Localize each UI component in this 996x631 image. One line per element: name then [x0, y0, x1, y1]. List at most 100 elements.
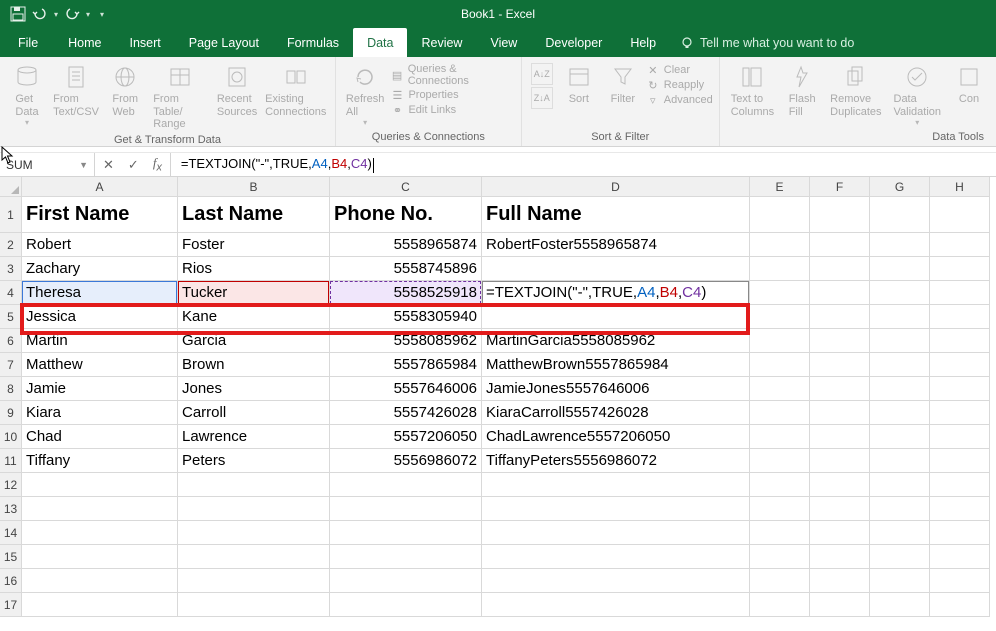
clear-filter-button[interactable]: ✕Clear: [646, 63, 713, 77]
cell[interactable]: [870, 425, 930, 449]
from-web-button[interactable]: From Web: [104, 61, 146, 120]
cell[interactable]: 5556986072: [330, 449, 482, 473]
cell[interactable]: [750, 281, 810, 305]
column-header[interactable]: B: [178, 177, 330, 197]
cell[interactable]: [750, 569, 810, 593]
cell[interactable]: [482, 545, 750, 569]
cell[interactable]: [930, 425, 990, 449]
cell[interactable]: [870, 233, 930, 257]
cell[interactable]: [750, 545, 810, 569]
cell[interactable]: [22, 593, 178, 617]
row-header[interactable]: 14: [0, 521, 22, 545]
cell[interactable]: [750, 329, 810, 353]
fx-icon[interactable]: fx: [153, 155, 162, 174]
cell[interactable]: Theresa: [22, 281, 178, 305]
row-header[interactable]: 12: [0, 473, 22, 497]
cell[interactable]: [810, 377, 870, 401]
cell[interactable]: [750, 473, 810, 497]
grid[interactable]: ABCDEFGH1First NameLast NamePhone No.Ful…: [0, 177, 990, 631]
undo-icon[interactable]: [32, 6, 48, 22]
cell[interactable]: [810, 233, 870, 257]
cell[interactable]: [482, 497, 750, 521]
sort-az-button[interactable]: A↓Z: [531, 63, 553, 85]
cell[interactable]: [930, 281, 990, 305]
row-header[interactable]: 8: [0, 377, 22, 401]
redo-dropdown-icon[interactable]: ▾: [86, 10, 90, 19]
cell[interactable]: [930, 305, 990, 329]
filter-button[interactable]: Filter: [602, 61, 644, 108]
cell[interactable]: Kiara: [22, 401, 178, 425]
cell[interactable]: MartinGarcia5558085962: [482, 329, 750, 353]
cell[interactable]: Rios: [178, 257, 330, 281]
column-header[interactable]: G: [870, 177, 930, 197]
cell[interactable]: [930, 401, 990, 425]
column-header[interactable]: F: [810, 177, 870, 197]
cell[interactable]: ChadLawrence5557206050: [482, 425, 750, 449]
row-header[interactable]: 1: [0, 197, 22, 233]
cell[interactable]: [178, 521, 330, 545]
cell[interactable]: [482, 257, 750, 281]
cell[interactable]: [870, 497, 930, 521]
from-table-range-button[interactable]: From Table/ Range: [148, 61, 211, 133]
flash-fill-button[interactable]: Flash Fill: [781, 61, 823, 120]
cell[interactable]: Peters: [178, 449, 330, 473]
cell[interactable]: Phone No.: [330, 197, 482, 233]
cell[interactable]: [750, 425, 810, 449]
cell[interactable]: [930, 545, 990, 569]
row-header[interactable]: 11: [0, 449, 22, 473]
cell[interactable]: Martin: [22, 329, 178, 353]
cell[interactable]: [810, 353, 870, 377]
cell[interactable]: [178, 569, 330, 593]
cell[interactable]: [930, 473, 990, 497]
cell[interactable]: [330, 545, 482, 569]
cell[interactable]: [750, 197, 810, 233]
row-header[interactable]: 6: [0, 329, 22, 353]
save-icon[interactable]: [10, 6, 26, 22]
cell[interactable]: [482, 593, 750, 617]
cell[interactable]: JamieJones5557646006: [482, 377, 750, 401]
cell[interactable]: Jamie: [22, 377, 178, 401]
cell[interactable]: [870, 473, 930, 497]
get-data-button[interactable]: Get Data▾: [6, 61, 48, 129]
cell[interactable]: [810, 497, 870, 521]
cell[interactable]: 5558085962: [330, 329, 482, 353]
accept-formula-icon[interactable]: ✓: [128, 157, 139, 173]
cell[interactable]: [930, 569, 990, 593]
column-header[interactable]: C: [330, 177, 482, 197]
cell[interactable]: [482, 521, 750, 545]
column-header[interactable]: H: [930, 177, 990, 197]
cell[interactable]: Robert: [22, 233, 178, 257]
cell[interactable]: [810, 569, 870, 593]
cell[interactable]: [482, 305, 750, 329]
refresh-all-button[interactable]: Refresh All▾: [342, 61, 389, 129]
cell[interactable]: 5557426028: [330, 401, 482, 425]
cell[interactable]: [870, 449, 930, 473]
row-header[interactable]: 13: [0, 497, 22, 521]
cell[interactable]: [330, 521, 482, 545]
cell[interactable]: [870, 521, 930, 545]
cell[interactable]: Zachary: [22, 257, 178, 281]
cell[interactable]: [330, 473, 482, 497]
row-header[interactable]: 16: [0, 569, 22, 593]
cell[interactable]: Kane: [178, 305, 330, 329]
cell[interactable]: [22, 569, 178, 593]
row-header[interactable]: 9: [0, 401, 22, 425]
cell[interactable]: [930, 449, 990, 473]
cell[interactable]: [810, 521, 870, 545]
cell[interactable]: [750, 593, 810, 617]
row-header[interactable]: 10: [0, 425, 22, 449]
cell[interactable]: TiffanyPeters5556986072: [482, 449, 750, 473]
cell[interactable]: [330, 593, 482, 617]
cell[interactable]: Tucker: [178, 281, 330, 305]
reapply-filter-button[interactable]: ↻Reapply: [646, 78, 713, 92]
sort-za-button[interactable]: Z↓A: [531, 87, 553, 109]
cell[interactable]: [810, 473, 870, 497]
qat-customize-icon[interactable]: ▾: [100, 10, 104, 19]
cell[interactable]: [870, 353, 930, 377]
tab-developer[interactable]: Developer: [531, 28, 616, 57]
cell[interactable]: 5557206050: [330, 425, 482, 449]
redo-icon[interactable]: [64, 6, 80, 22]
cell[interactable]: [750, 401, 810, 425]
cell[interactable]: 5557646006: [330, 377, 482, 401]
properties-button[interactable]: ☰Properties: [390, 88, 514, 102]
